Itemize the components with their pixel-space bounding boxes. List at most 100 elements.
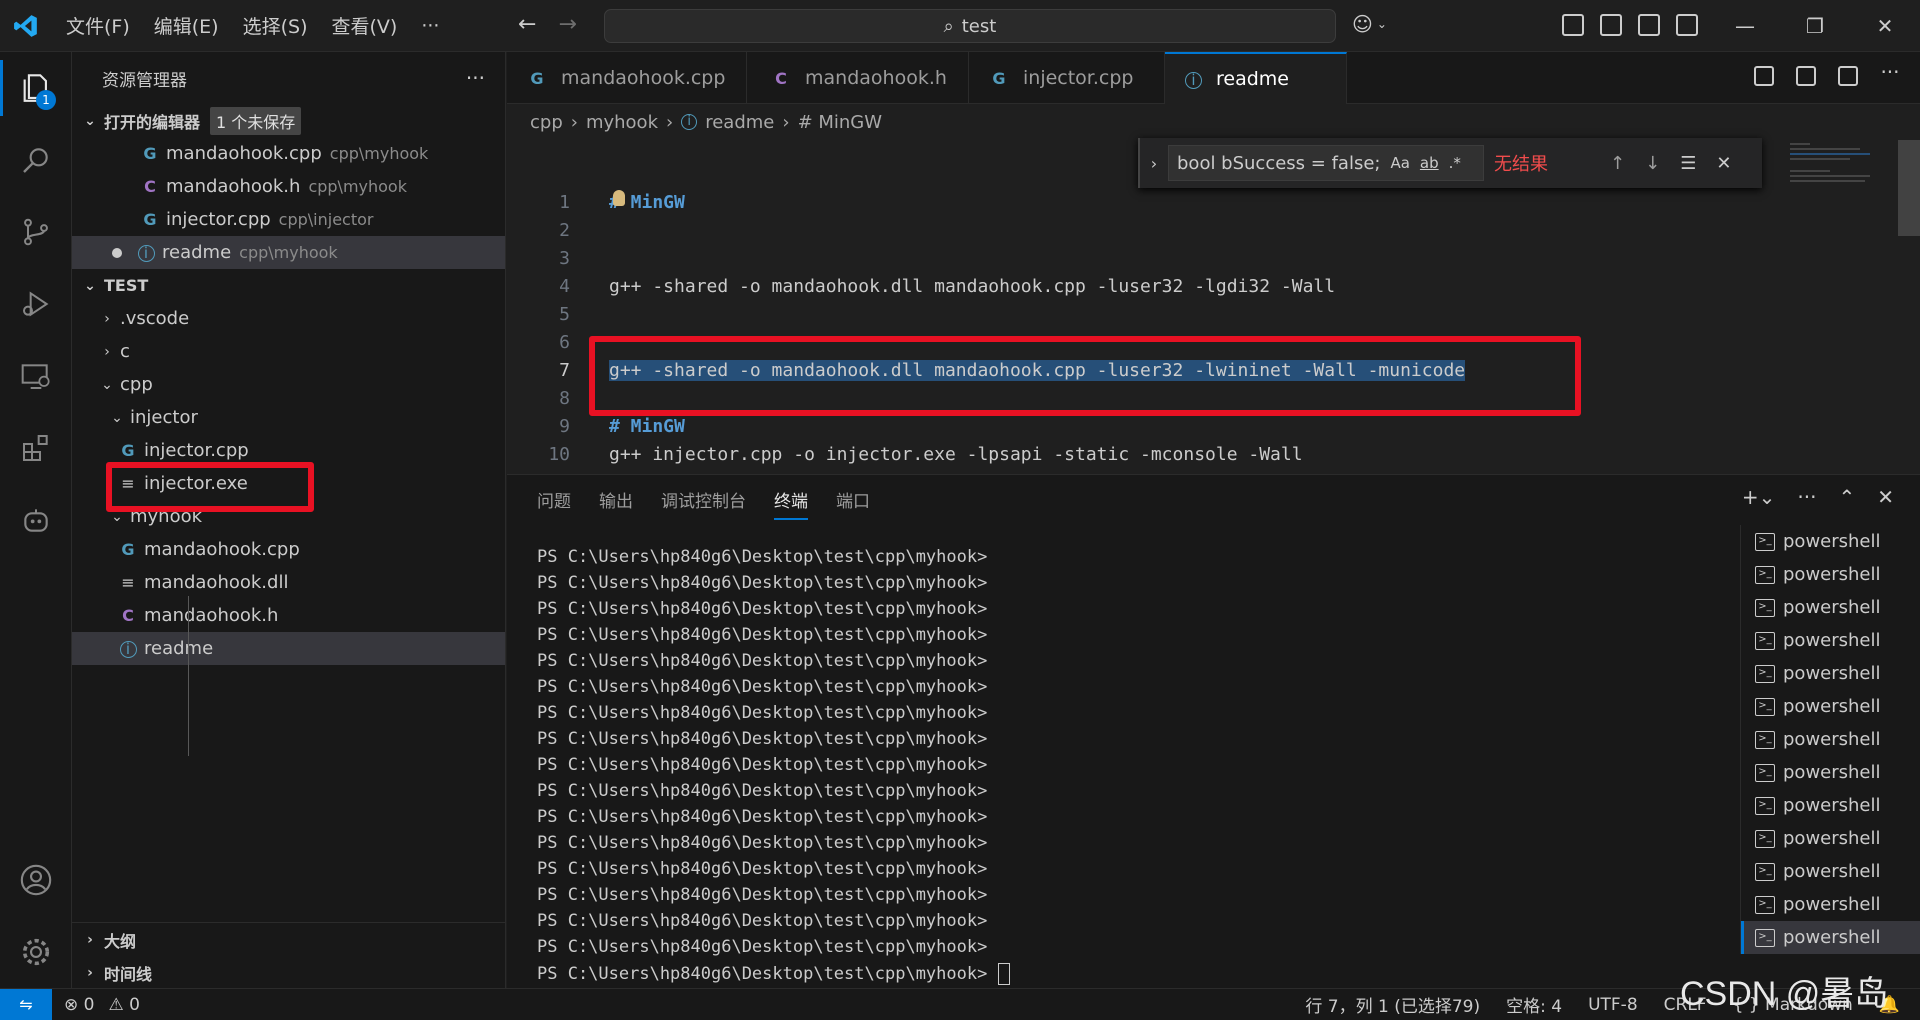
remote-indicator-button[interactable]: ⇋	[0, 988, 52, 1020]
cpp-file-icon: G	[121, 441, 135, 460]
lightbulb-icon[interactable]	[613, 190, 625, 206]
find-in-selection-icon[interactable]: ☰	[1680, 153, 1696, 174]
menu-more[interactable]: ···	[411, 9, 449, 43]
run-debug-button[interactable]	[0, 268, 72, 340]
menu-view[interactable]: 查看(V)	[322, 6, 408, 45]
open-editor-item-active[interactable]: i readme cpp\myhook	[72, 236, 505, 269]
tab-output[interactable]: 输出	[599, 487, 633, 520]
terminal-list-item[interactable]: >_ powershell	[1741, 525, 1920, 558]
code-line: 2	[507, 216, 570, 244]
source-control-icon	[24, 218, 48, 246]
source-control-button[interactable]	[0, 196, 72, 268]
minimap[interactable]	[1784, 140, 1894, 474]
previous-match-icon[interactable]: ↑	[1610, 153, 1625, 174]
match-whole-word-button[interactable]: ab	[1420, 154, 1439, 172]
explorer-button[interactable]: 1	[0, 52, 72, 124]
open-preview-icon[interactable]	[1754, 66, 1774, 86]
open-editor-item[interactable]: C mandaohook.h cpp\myhook	[72, 170, 505, 203]
workspace-header[interactable]: ⌄ TEST	[72, 269, 505, 302]
outline-header[interactable]: › 大纲	[72, 923, 506, 956]
tree-folder[interactable]: ⌄ cpp	[72, 368, 505, 401]
tree-file-active[interactable]: i readme	[72, 632, 505, 665]
terminal-list-item[interactable]: >_ powershell	[1741, 624, 1920, 657]
toggle-sidebar-icon[interactable]	[1600, 14, 1622, 36]
more-actions-icon[interactable]: ···	[1797, 485, 1816, 509]
cursor-position-status[interactable]: 行 7，列 1 (已选择79)	[1305, 992, 1480, 1017]
forward-arrow-icon[interactable]: →	[558, 12, 576, 37]
toggle-replace-chevron-icon[interactable]: ›	[1140, 154, 1168, 173]
search-view-button[interactable]	[0, 124, 72, 196]
timeline-header[interactable]: › 时间线	[72, 956, 506, 989]
tab-readme[interactable]: i readme	[1165, 52, 1347, 104]
unsaved-dot-icon[interactable]	[112, 247, 122, 258]
terminal-list-item[interactable]: >_ powershell	[1741, 855, 1920, 888]
next-match-icon[interactable]: ↓	[1645, 153, 1660, 174]
terminal-list-item[interactable]: >_ powershell	[1741, 822, 1920, 855]
tree-file[interactable]: ≡ mandaohook.dll	[72, 566, 505, 599]
more-actions-icon[interactable]: ···	[1880, 62, 1900, 86]
close-find-icon[interactable]: ✕	[1716, 153, 1731, 174]
problems-status[interactable]: ⊗ 0 ⚠ 0	[64, 995, 140, 1015]
open-editors-header[interactable]: ⌄ 打开的编辑器 1 个未保存	[72, 104, 505, 137]
back-arrow-icon[interactable]: ←	[518, 12, 536, 37]
new-terminal-icon[interactable]: +⌄	[1742, 485, 1776, 509]
code-editor[interactable]: 1 # MinGW 2 3 4 g++ -shared -o mandaohook.…	[507, 140, 1920, 474]
compare-icon[interactable]	[1796, 66, 1816, 86]
terminal-list-item[interactable]: >_ powershell	[1741, 789, 1920, 822]
tree-folder[interactable]: › c	[72, 335, 505, 368]
open-editor-item[interactable]: G mandaohook.cpp cpp\myhook	[72, 137, 505, 170]
minimize-button[interactable]: —	[1710, 0, 1780, 52]
split-editor-icon[interactable]	[1838, 66, 1858, 86]
find-input[interactable]: bool bSuccess = false; Aa ab .*	[1168, 145, 1484, 181]
close-window-button[interactable]: ✕	[1850, 0, 1920, 52]
maximize-panel-icon[interactable]: ⌃	[1838, 485, 1855, 509]
copilot-chat-button[interactable]	[0, 484, 72, 556]
manage-button[interactable]	[0, 916, 72, 988]
tree-folder[interactable]: › .vscode	[72, 302, 505, 335]
tree-folder[interactable]: ⌄ injector	[72, 401, 505, 434]
tab-problems[interactable]: 问题	[537, 487, 571, 520]
tab-mandaohook-cpp[interactable]: G mandaohook.cpp	[507, 52, 747, 104]
terminal-list-item[interactable]: >_ powershell	[1741, 690, 1920, 723]
toggle-secondary-sidebar-icon[interactable]	[1676, 14, 1698, 36]
editor-scrollbar-thumb[interactable]	[1898, 140, 1920, 236]
terminal-list-item-active[interactable]: >_ powershell	[1741, 921, 1920, 954]
tab-ports[interactable]: 端口	[836, 487, 870, 520]
match-case-button[interactable]: Aa	[1390, 154, 1409, 172]
menu-file[interactable]: 文件(F)	[56, 6, 140, 45]
command-center-search[interactable]: ⌕ test	[604, 9, 1336, 43]
tree-file[interactable]: G mandaohook.cpp	[72, 533, 505, 566]
tab-debug-console[interactable]: 调试控制台	[661, 487, 746, 520]
terminal-list-item[interactable]: >_ powershell	[1741, 888, 1920, 921]
close-panel-icon[interactable]: ✕	[1877, 485, 1894, 509]
breadcrumb-item[interactable]: readme	[705, 112, 774, 133]
remote-explorer-button[interactable]	[0, 340, 72, 412]
terminal-list-item[interactable]: >_ powershell	[1741, 657, 1920, 690]
toggle-panel-icon[interactable]	[1638, 14, 1660, 36]
terminal-list-item[interactable]: >_ powershell	[1741, 591, 1920, 624]
explorer-more-button[interactable]: ···	[466, 66, 485, 90]
breadcrumb-item[interactable]: # MinGW	[798, 112, 883, 133]
accounts-button[interactable]	[0, 844, 72, 916]
use-regex-button[interactable]: .*	[1449, 154, 1461, 172]
tab-terminal[interactable]: 终端	[774, 487, 808, 520]
tree-file[interactable]: C mandaohook.h	[72, 599, 505, 632]
terminal-list-item[interactable]: >_ powershell	[1741, 558, 1920, 591]
indentation-status[interactable]: 空格: 4	[1506, 992, 1562, 1017]
extensions-button[interactable]	[0, 412, 72, 484]
terminal-prompt: PS C:\Users\hp840g6\Desktop\test\cpp\myh…	[537, 964, 988, 984]
copilot-button[interactable]: ☺ ⌄	[1352, 12, 1387, 36]
terminal-list-item[interactable]: >_ powershell	[1741, 723, 1920, 756]
tab-mandaohook-h[interactable]: C mandaohook.h	[747, 52, 969, 104]
breadcrumb-item[interactable]: myhook	[586, 112, 658, 133]
tab-injector-cpp[interactable]: G injector.cpp	[969, 52, 1165, 104]
menu-edit[interactable]: 编辑(E)	[144, 6, 229, 45]
customize-layout-icon[interactable]	[1562, 14, 1584, 36]
chevron-down-icon: ⌄	[111, 409, 123, 426]
breadcrumb-item[interactable]: cpp	[530, 112, 563, 133]
terminal-list-item[interactable]: >_ powershell	[1741, 756, 1920, 789]
open-editor-item[interactable]: G injector.cpp cpp\injector	[72, 203, 505, 236]
restore-button[interactable]: ❐	[1780, 0, 1850, 52]
encoding-status[interactable]: UTF-8	[1588, 995, 1638, 1015]
menu-selection[interactable]: 选择(S)	[233, 6, 318, 45]
